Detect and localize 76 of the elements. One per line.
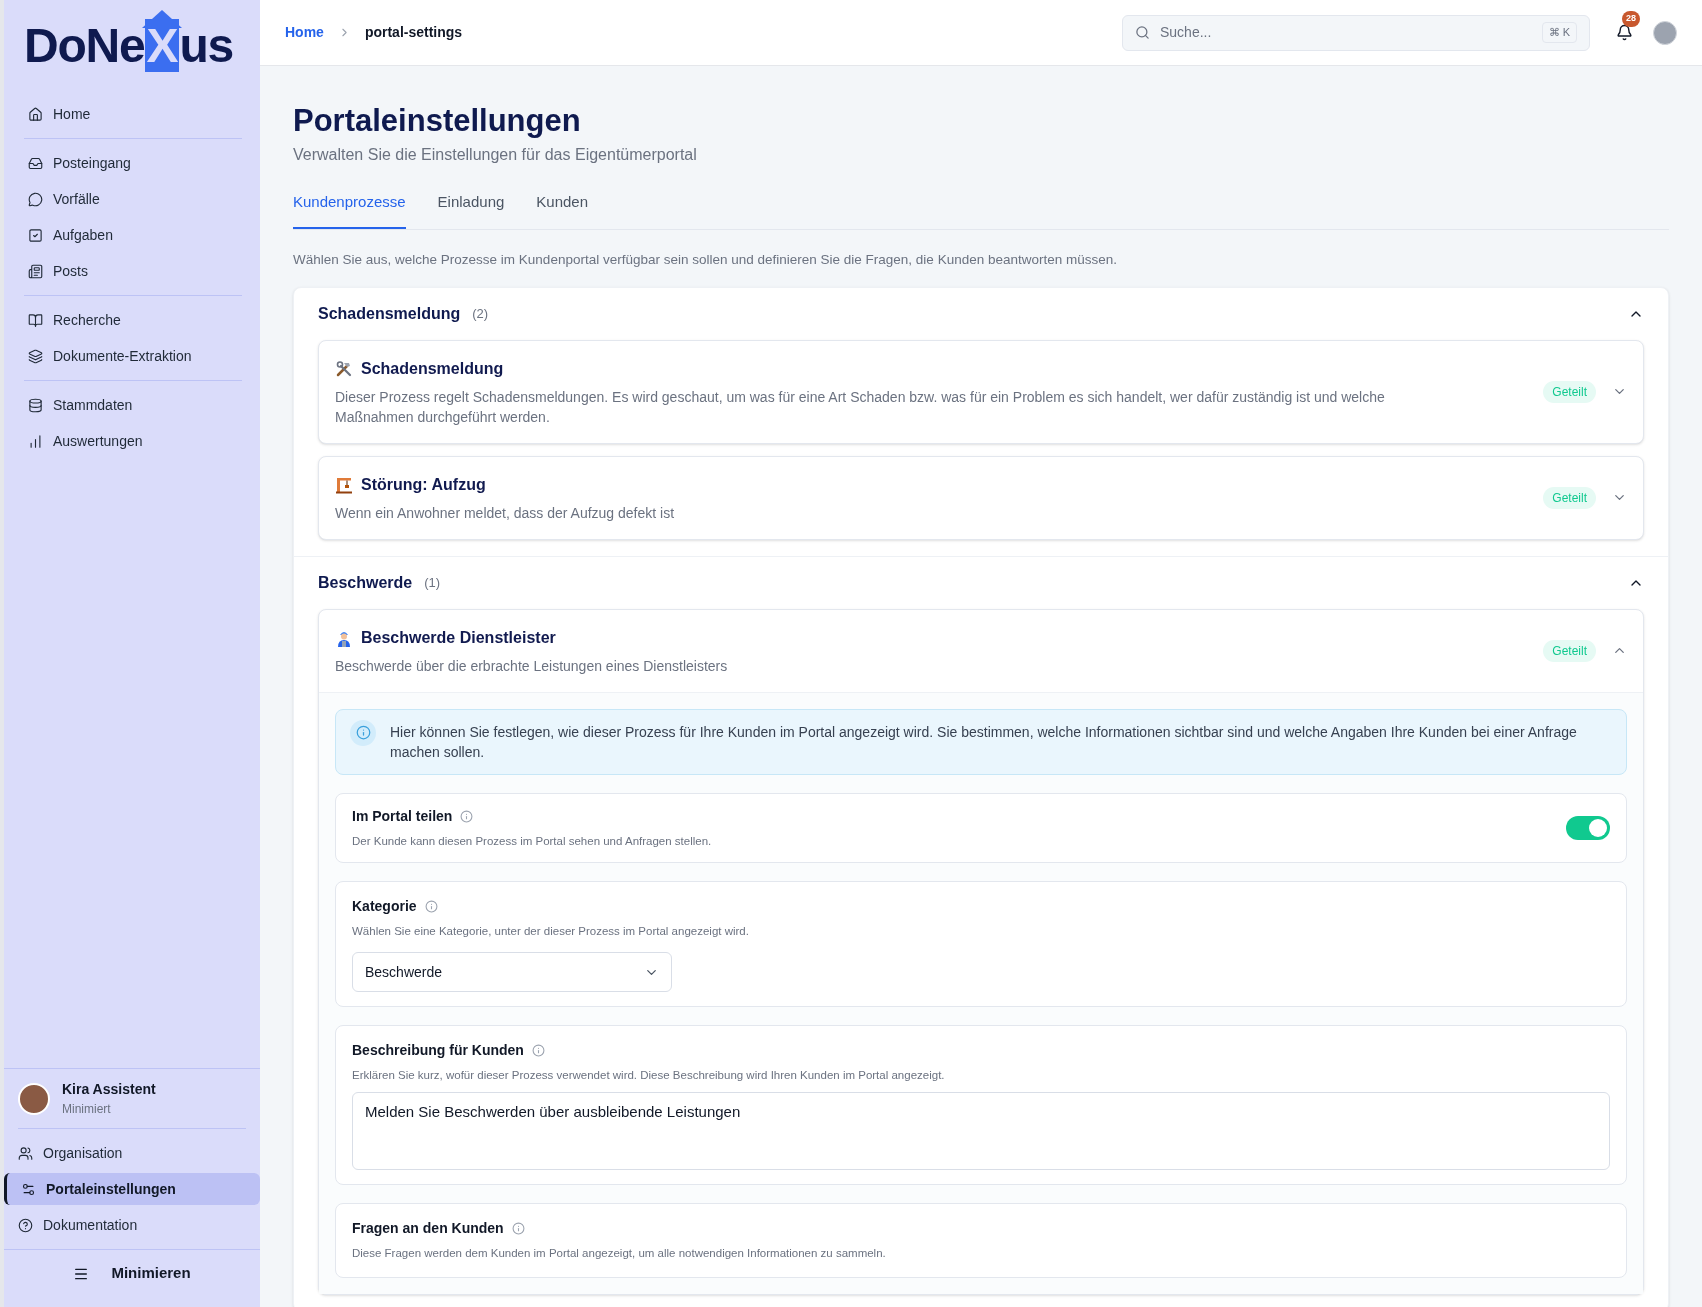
section-header[interactable]: Beschwerde (1) (294, 556, 1668, 609)
shared-badge: Geteilt (1543, 380, 1596, 403)
help-icon (18, 1217, 33, 1233)
sliders-icon (21, 1181, 36, 1197)
bar-chart-icon (28, 433, 43, 449)
info-icon (424, 899, 438, 913)
process-title: Schadensmeldung (361, 358, 504, 379)
info-icon (531, 1044, 545, 1057)
info-icon (460, 809, 474, 823)
setting-hint: Wählen Sie eine Kategorie, unter der dieser Prozess im Portal angezeigt wird. (352, 923, 750, 939)
breadcrumb[interactable]: Home (285, 22, 324, 43)
process-description: Beschwerde über die erbrachte Leistungen eines Dienstleisters (335, 656, 729, 676)
chat-bubble-icon (28, 191, 43, 207)
info-text: Hier können Sie festlegen, wie dieser Prozess für Ihre Kunden im Portal angezeigt wird. Sie bestimmen, welche Informationen sichtbar sind und welche Angaben Ihre Kunden bei einer Anfrage machen sollen. (390, 722, 1578, 762)
nav-item[interactable]: Vorfälle (4, 183, 242, 215)
page-subtitle: Verwalten Sie die Einstellungen für das Eigentümerportal (293, 144, 698, 165)
section-count: (2) (472, 304, 489, 323)
notification-count: 28 (1622, 11, 1640, 27)
nav-item[interactable]: Recherche (4, 304, 242, 336)
info-icon (511, 1222, 525, 1236)
user-name: Kira Assistent (62, 1080, 156, 1099)
section-header[interactable]: Schadensmeldung (2) (294, 287, 1668, 340)
checkbox-icon (28, 227, 43, 243)
setting-label: Kategorie (352, 896, 417, 916)
nav-item[interactable]: Dokumente-Extraktion (4, 340, 242, 372)
users-icon (18, 1145, 33, 1161)
home-icon (28, 106, 43, 122)
setting-label: Im Portal teilen (352, 806, 453, 826)
profile-avatar[interactable] (1653, 20, 1677, 45)
logo: DoNeXus (4, 0, 260, 90)
setting-hint: Erklären Sie kurz, wofür dieser Prozess verwendet wird. Diese Beschreibung wird Ihren Kunden im Portal angezeigt. (352, 1068, 946, 1083)
breadcrumb: portal-settings (364, 23, 463, 42)
inbox-icon (28, 155, 43, 171)
tools-icon (335, 359, 353, 378)
nav-item[interactable]: Dokumentation (4, 1209, 260, 1241)
nav-item[interactable]: Home (4, 98, 260, 130)
nav-item[interactable]: Stammdaten (4, 389, 242, 421)
nav-item[interactable]: Posts (4, 255, 242, 287)
crane-icon (335, 475, 353, 494)
search-icon (1135, 25, 1150, 40)
process-description: Dieser Prozess regelt Schadensmeldungen. Es wird geschaut, um was für eine Art Schaden bzw. was für ein Problem es sich handelt, wer dafür zuständig ist und welche Maßnahmen durchgeführt werden. (335, 387, 1386, 427)
search-field[interactable]: Suche... ⌘ K (1122, 14, 1590, 51)
user-status: Minimiert (62, 1101, 112, 1118)
description-textarea[interactable]: Melden Sie Beschwerden über ausbleibende Leistungen (352, 1092, 1610, 1171)
shared-badge: Geteilt (1543, 486, 1596, 509)
shortcut-hint: ⌘ K (1541, 22, 1577, 43)
newspaper-icon (28, 263, 43, 279)
tab[interactable]: Kundenprozesse (293, 190, 406, 230)
shared-badge: Geteilt (1543, 639, 1596, 662)
tab[interactable]: Kunden (536, 190, 589, 230)
page-title: Portaleinstellungen (293, 102, 582, 140)
category-select[interactable]: Beschwerde (352, 952, 672, 992)
setting-label: Fragen an den Kunden (352, 1219, 504, 1239)
database-icon (28, 397, 43, 413)
info-icon (355, 725, 371, 740)
intro-text: Wählen Sie aus, welche Prozesse im Kundenportal verfügbar sein sollen und definieren Sie die Fragen, die Kunden beantworten müssen. (293, 251, 1118, 270)
process-title: Beschwerde Dienstleister (361, 627, 556, 648)
section-count: (1) (424, 573, 441, 592)
user-avatar (18, 1082, 50, 1115)
nav-item[interactable]: Organisation (4, 1137, 260, 1169)
setting-hint: Der Kunde kann diesen Prozess im Portal sehen und Anfragen stellen. (352, 833, 712, 849)
search-placeholder: Suche... (1160, 23, 1213, 42)
layers-icon (28, 348, 43, 364)
nav-item[interactable]: Portaleinstellungen (4, 1173, 260, 1205)
nav-item[interactable]: Posteingang (4, 147, 242, 179)
process-title: Störung: Aufzug (361, 474, 486, 495)
process-description: Wenn ein Anwohner meldet, dass der Aufzug defekt ist (335, 503, 676, 523)
collapse-button[interactable]: Minimieren (4, 1249, 260, 1297)
book-icon (28, 312, 43, 328)
toggle-switch[interactable] (1566, 815, 1610, 840)
setting-hint: Diese Fragen werden dem Kunden im Portal angezeigt, um alle notwendigen Informationen zu sammeln. (352, 1246, 887, 1262)
setting-label: Beschreibung für Kunden (352, 1041, 524, 1060)
notification-bell-icon[interactable] (1616, 24, 1633, 41)
nav-item[interactable]: Auswertungen (4, 425, 242, 457)
nav-item[interactable]: Aufgaben (4, 219, 242, 251)
tab[interactable]: Einladung (437, 190, 505, 230)
